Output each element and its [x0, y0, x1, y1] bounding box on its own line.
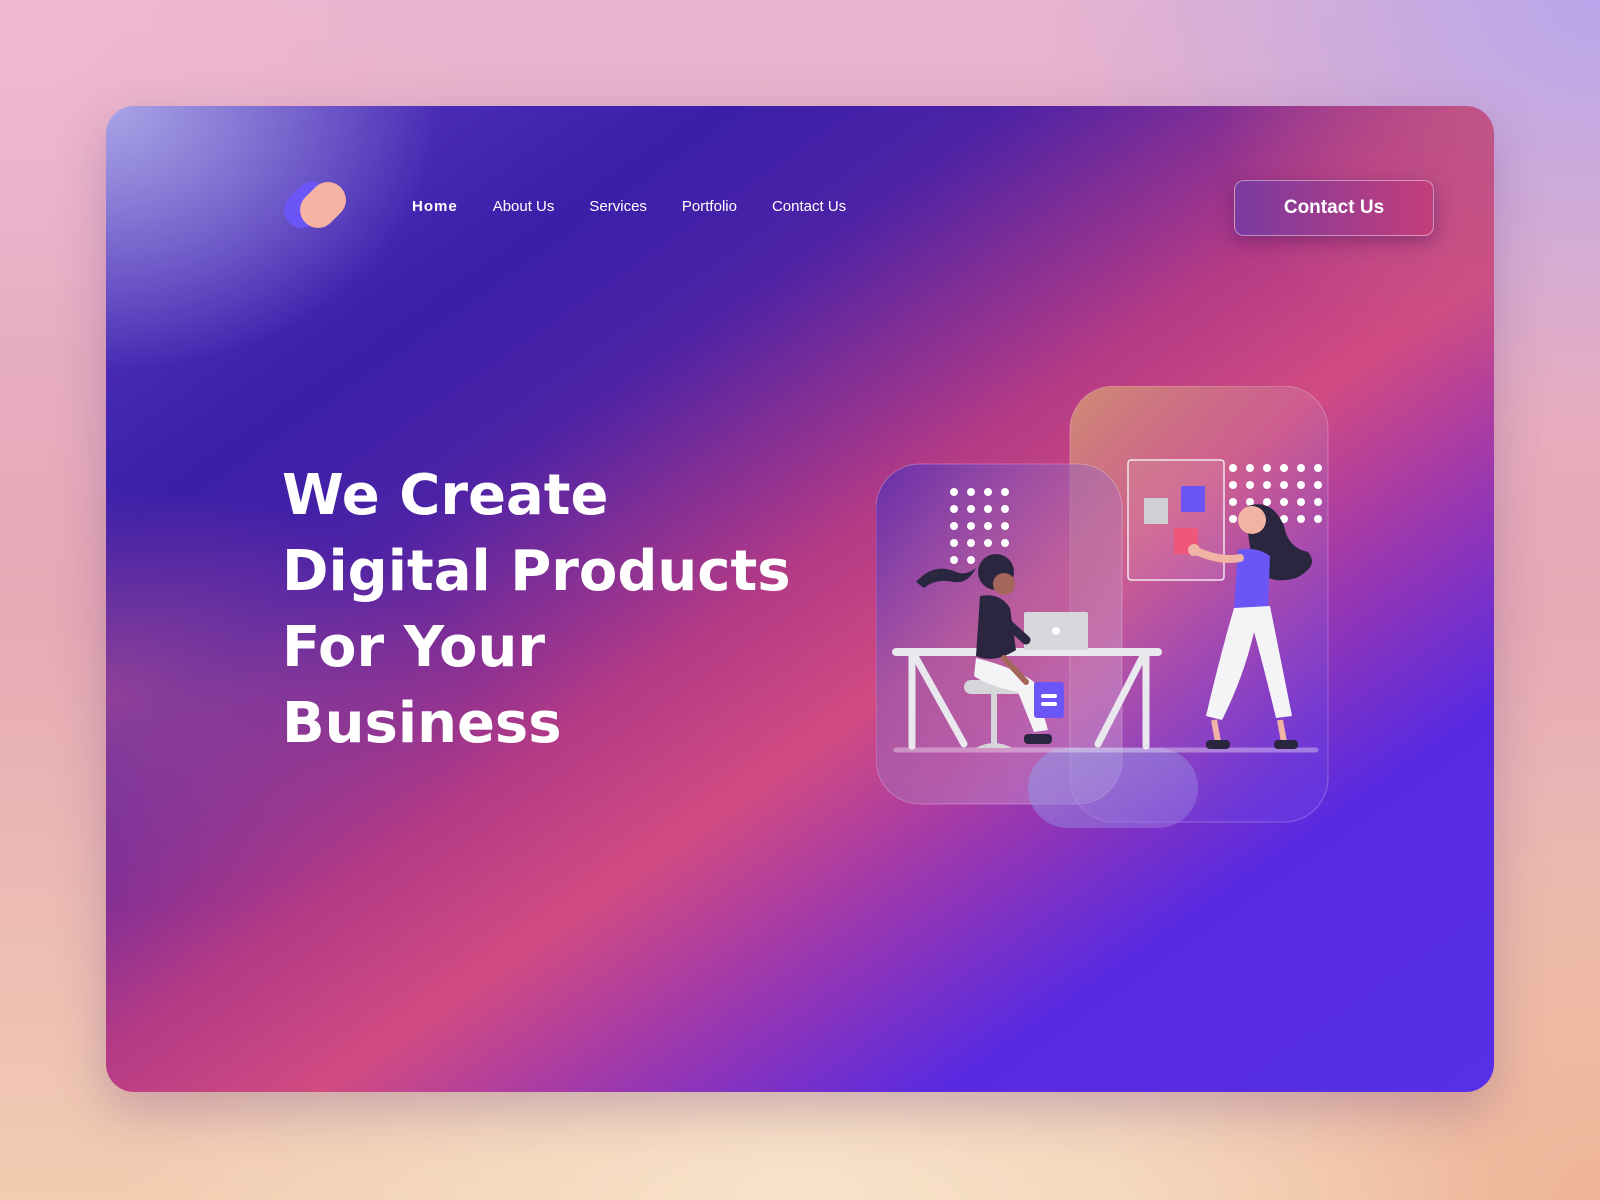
- people-working-illustration: [875, 385, 1336, 836]
- bottom-glass-blob: [1028, 748, 1198, 828]
- brand-logo[interactable]: [276, 174, 354, 236]
- hero-line-3: For Your: [282, 615, 545, 680]
- nav-link-contact-us[interactable]: Contact Us: [772, 198, 846, 215]
- hero-headline: We Create Digital Products For Your Busi…: [282, 458, 791, 762]
- landing-page-card: Home About Us Services Portfolio Contact…: [106, 106, 1494, 1092]
- laptop: [1024, 612, 1088, 650]
- nav-links: Home About Us Services Portfolio Contact…: [412, 198, 881, 215]
- nav-link-about-us[interactable]: About Us: [493, 198, 555, 215]
- nav-link-services[interactable]: Services: [589, 198, 647, 215]
- nav-link-home[interactable]: Home: [412, 198, 458, 215]
- hero-line-4: Business: [282, 691, 562, 756]
- hero-line-1: We Create: [282, 463, 609, 528]
- top-navigation: Home About Us Services Portfolio Contact…: [276, 174, 1434, 236]
- contact-us-button[interactable]: Contact Us: [1234, 180, 1434, 236]
- sticky-note-board: [1127, 459, 1225, 581]
- hero-line-2: Digital Products: [282, 539, 791, 604]
- nav-link-portfolio[interactable]: Portfolio: [682, 198, 737, 215]
